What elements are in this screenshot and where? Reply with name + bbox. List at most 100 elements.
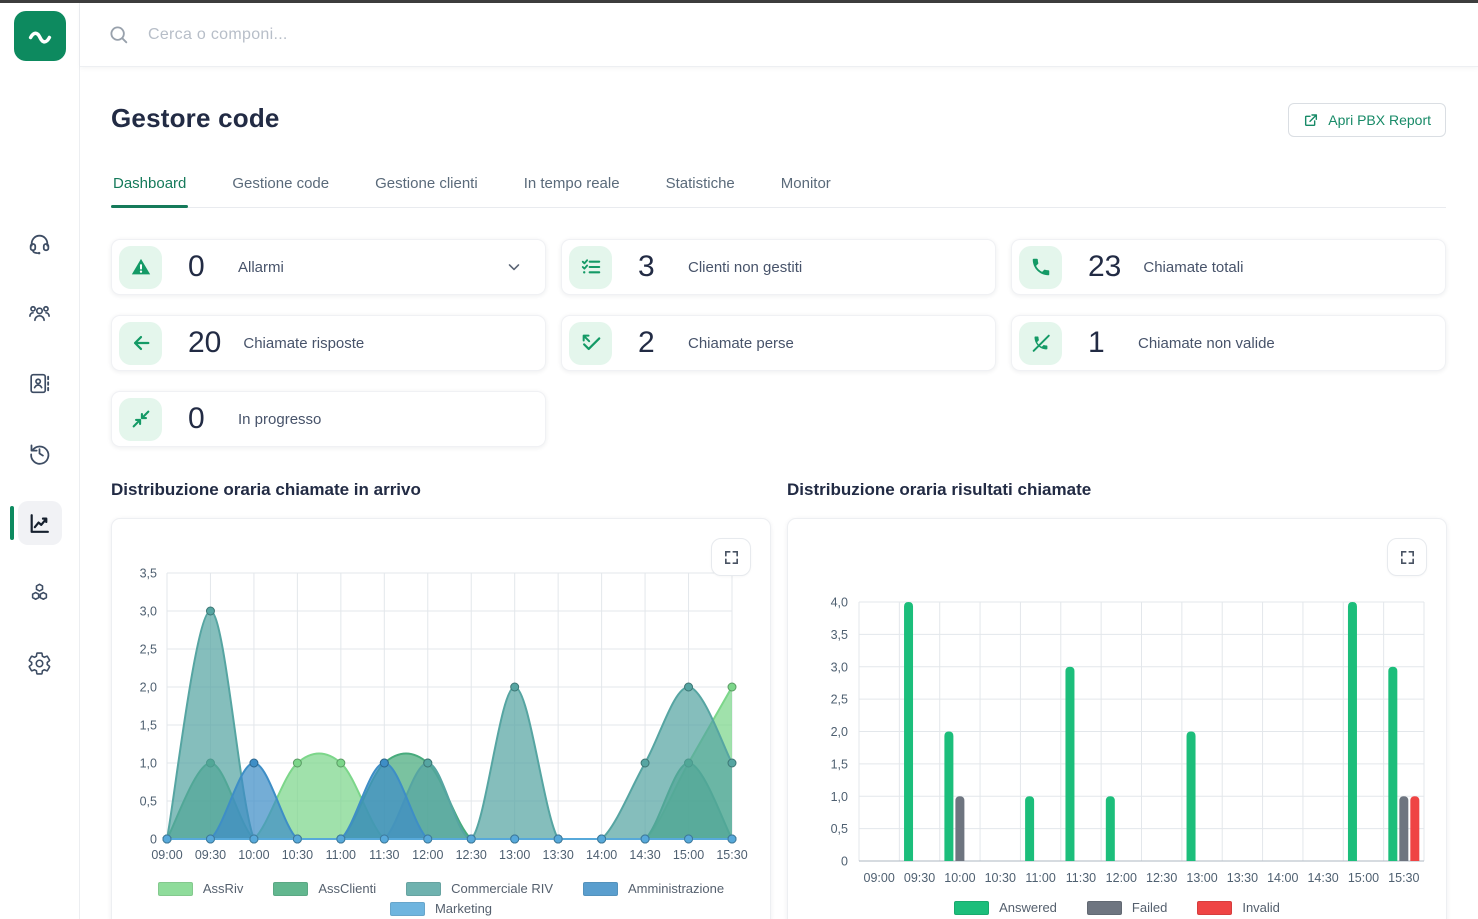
- svg-text:4,0: 4,0: [831, 596, 848, 610]
- sidebar-item-settings[interactable]: [18, 641, 62, 685]
- tab-gestione-clienti[interactable]: Gestione clienti: [373, 165, 480, 207]
- svg-text:0,5: 0,5: [831, 822, 848, 836]
- legend-label: Amministrazione: [628, 881, 725, 896]
- stat-label: Chiamate totali: [1143, 258, 1244, 276]
- svg-text:2,5: 2,5: [831, 693, 848, 707]
- svg-text:12:30: 12:30: [456, 848, 487, 862]
- stat-card-chiamate-risposte: 20 Chiamate risposte: [111, 315, 546, 371]
- phone-icon: [1019, 245, 1062, 289]
- chevron-down-icon[interactable]: [505, 258, 523, 276]
- settings-icon: [27, 651, 52, 676]
- svg-text:13:30: 13:30: [543, 848, 574, 862]
- area-chart-card: 0 0,5 1,0 1,5 2,0 2,5 3,0 3,5 09:00 09:30 10:00 10:…: [111, 518, 771, 919]
- svg-text:12:30: 12:30: [1146, 871, 1177, 885]
- alert-triangle-icon: [119, 245, 162, 289]
- legend-label: AssRiv: [202, 881, 244, 896]
- stat-label: Clienti non gestiti: [688, 258, 803, 276]
- svg-text:2,0: 2,0: [831, 725, 848, 739]
- bar-chart[interactable]: 0 0,5 1,0 1,5 2,0 2,5 3,0 3,5 4,0 09:00 09:30 10:00…: [788, 519, 1448, 891]
- legend-swatch: [273, 881, 309, 896]
- chart-title-arrivals: Distribuzione oraria chiamate in arrivo: [111, 480, 421, 499]
- legend-swatch: [389, 901, 425, 916]
- stat-value: 0: [188, 250, 205, 283]
- open-pbx-report-button[interactable]: Apri PBX Report: [1288, 103, 1446, 137]
- legend-item-answered[interactable]: Answered: [954, 900, 1057, 915]
- modules-icon: [27, 581, 52, 606]
- svg-text:2,5: 2,5: [140, 643, 157, 657]
- history-icon: [27, 441, 52, 466]
- sidebar-item-history[interactable]: [18, 431, 62, 475]
- svg-text:15:00: 15:00: [673, 848, 704, 862]
- legend-label: Marketing: [434, 901, 493, 916]
- tilde-logo-icon: [28, 31, 51, 44]
- stat-label: Chiamate non valide: [1138, 334, 1275, 352]
- legend-swatch: [157, 881, 193, 896]
- svg-text:3,0: 3,0: [140, 605, 157, 619]
- tab-statistiche[interactable]: Statistiche: [664, 165, 737, 207]
- legend-label: Invalid: [1242, 900, 1280, 915]
- svg-text:3,5: 3,5: [140, 567, 157, 581]
- sidebar: [0, 3, 80, 919]
- svg-text:3,0: 3,0: [831, 660, 848, 674]
- sidebar-item-contacts[interactable]: [18, 361, 62, 405]
- app-logo[interactable]: [13, 11, 66, 61]
- legend-label: Answered: [999, 900, 1057, 915]
- legend-swatch: [583, 881, 618, 896]
- svg-text:12:00: 12:00: [412, 848, 443, 862]
- check-arrow-icon: [569, 321, 612, 365]
- legend-item-assriv[interactable]: AssRiv: [157, 881, 244, 896]
- chart-title-results: Distribuzione oraria risultati chiamate: [787, 480, 1092, 499]
- agents-icon: [27, 301, 52, 326]
- stat-value: 1: [1088, 326, 1105, 359]
- svg-text:14:30: 14:30: [1307, 871, 1338, 885]
- topbar: [80, 3, 1478, 67]
- statistics-icon: [27, 511, 52, 536]
- area-chart[interactable]: 0 0,5 1,0 1,5 2,0 2,5 3,0 3,5 09:00 09:30 10:00 10:…: [112, 519, 772, 872]
- legend-label: AssClienti: [318, 881, 377, 896]
- phone-missed-icon: [1019, 321, 1062, 365]
- svg-text:10:30: 10:30: [282, 848, 313, 862]
- svg-text:14:30: 14:30: [629, 848, 660, 862]
- legend-item-marketing[interactable]: Marketing: [389, 901, 493, 916]
- contacts-icon: [27, 371, 52, 396]
- svg-text:10:00: 10:00: [238, 848, 269, 862]
- sidebar-item-modules[interactable]: [18, 571, 62, 615]
- tab-monitor[interactable]: Monitor: [779, 165, 833, 207]
- fullscreen-button[interactable]: [1387, 538, 1427, 576]
- tab-dashboard[interactable]: Dashboard: [111, 165, 189, 208]
- legend-swatch: [1086, 900, 1122, 915]
- tab-gestione-code[interactable]: Gestione code: [230, 165, 331, 207]
- stat-card-allarmi: 0 Allarmi: [111, 239, 546, 295]
- legend-label: Failed: [1131, 900, 1168, 915]
- sidebar-item-statistics[interactable]: [9, 501, 62, 545]
- legend-item-commerciale-riv[interactable]: Commerciale RIV: [406, 881, 553, 896]
- svg-text:14:00: 14:00: [1267, 871, 1298, 885]
- arrow-left-icon: [119, 321, 162, 365]
- stat-card-chiamate-perse: 2 Chiamate perse: [561, 315, 996, 371]
- legend-item-invalid[interactable]: Invalid: [1197, 900, 1280, 915]
- sidebar-item-agents[interactable]: [18, 291, 62, 335]
- legend-item-failed[interactable]: Failed: [1086, 900, 1168, 915]
- sidebar-item-headset[interactable]: [18, 221, 62, 265]
- search-input[interactable]: [148, 25, 748, 44]
- svg-text:1,0: 1,0: [140, 757, 157, 771]
- stat-card-in-progresso: 0 In progresso: [111, 391, 546, 447]
- legend-swatch: [406, 881, 442, 896]
- tab-in-tempo-reale[interactable]: In tempo reale: [522, 165, 622, 207]
- arrows-in-icon: [119, 397, 162, 441]
- stat-card-chiamate-non-valide: 1 Chiamate non valide: [1011, 315, 1446, 371]
- stat-card-clienti-non-gestiti: 3 Clienti non gestiti: [561, 239, 996, 295]
- legend-item-assclienti[interactable]: AssClienti: [273, 881, 376, 896]
- svg-text:12:00: 12:00: [1106, 871, 1137, 885]
- svg-text:1,5: 1,5: [140, 719, 157, 733]
- legend-item-amministrazione[interactable]: Amministrazione: [583, 881, 724, 896]
- svg-text:11:00: 11:00: [326, 848, 356, 862]
- fullscreen-button[interactable]: [711, 538, 751, 576]
- svg-text:1,0: 1,0: [831, 790, 848, 804]
- tab-bar: Dashboard Gestione code Gestione clienti In…: [111, 165, 1446, 208]
- svg-text:13:00: 13:00: [499, 848, 530, 862]
- stat-label: In progresso: [238, 410, 322, 428]
- checklist-icon: [569, 245, 612, 289]
- svg-text:15:30: 15:30: [716, 848, 747, 862]
- svg-text:1,5: 1,5: [831, 757, 848, 771]
